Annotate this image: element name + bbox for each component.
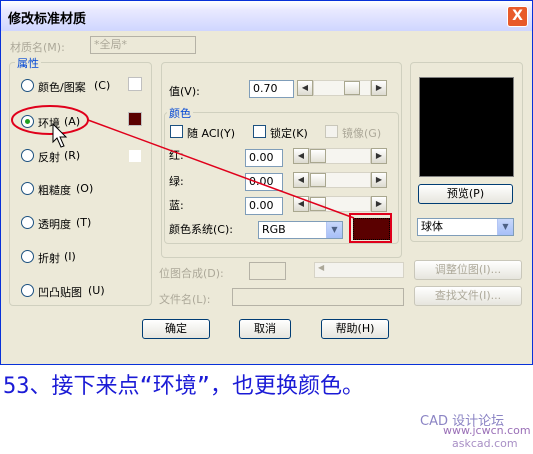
annotation-overlay — [11, 105, 392, 243]
highlight-box — [349, 213, 392, 243]
highlight-ellipse — [11, 105, 89, 135]
watermark-line2: www.jcwcn.com — [443, 424, 531, 437]
tutorial-caption: 53、接下来点“环境”，也更换颜色。 — [3, 374, 364, 399]
annotation-line — [87, 119, 355, 219]
mouse-cursor-icon — [52, 122, 68, 148]
watermark-line3: askcad.com — [452, 437, 518, 450]
